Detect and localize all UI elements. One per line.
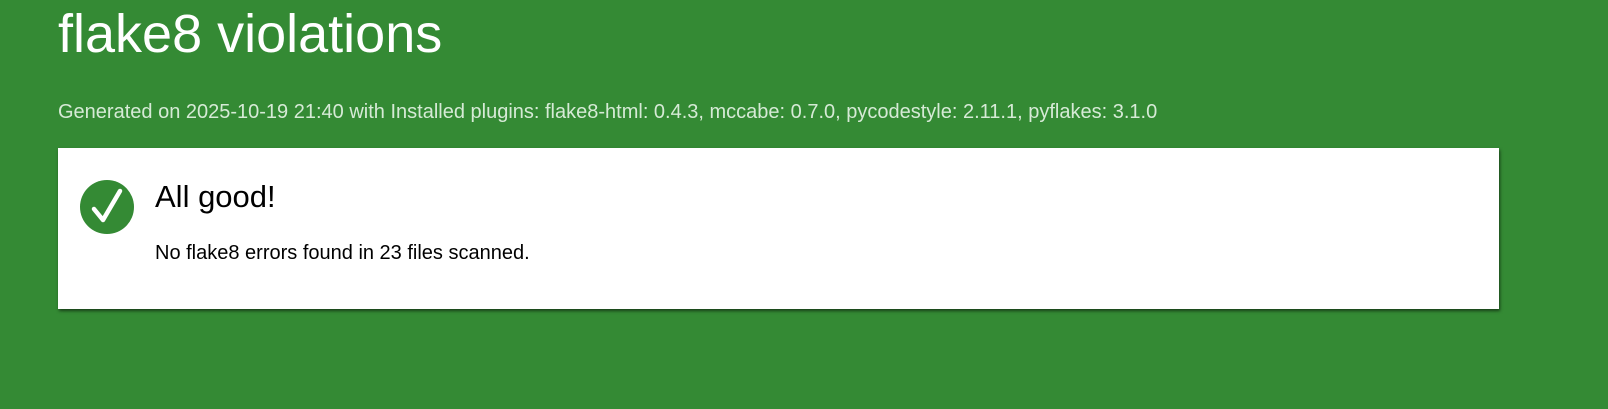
report-subtitle: Generated on 2025-10-19 21:40 with Insta… [58,101,1158,123]
check-circle-icon [80,180,134,234]
result-title: All good! [155,179,276,214]
result-message: No flake8 errors found in 23 files scann… [155,242,530,264]
report-page: flake8 violations Generated on 2025-10-1… [0,0,1608,409]
result-card: All good! No flake8 errors found in 23 f… [58,148,1499,309]
page-title: flake8 violations [58,4,443,64]
